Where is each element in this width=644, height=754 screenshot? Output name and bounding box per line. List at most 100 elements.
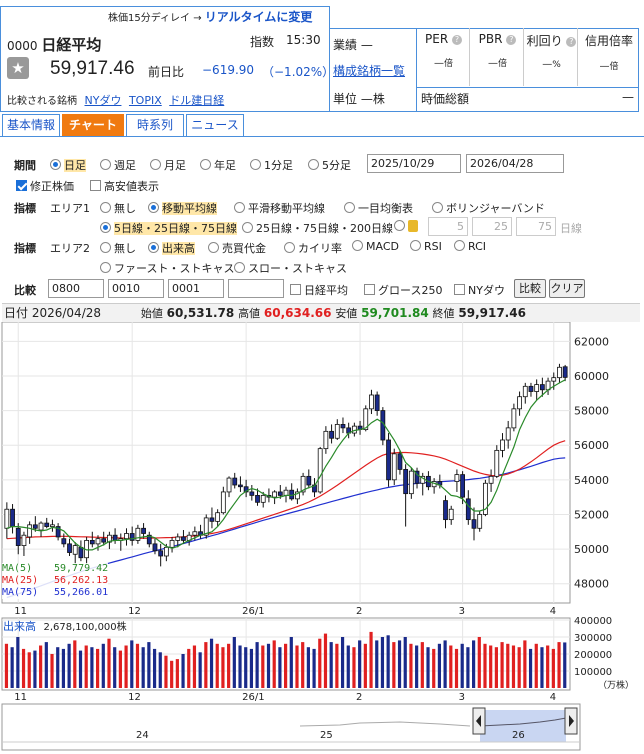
date-from-input[interactable]: 2025/10/29: [367, 154, 461, 173]
compare-code-2[interactable]: 0010: [108, 279, 164, 298]
area1-smoothed-ma[interactable]: 平滑移動平均線: [234, 200, 325, 216]
metric-label: 信用倍率: [584, 34, 633, 48]
ma-custom-radio[interactable]: [394, 220, 418, 233]
volume-bar: [420, 642, 424, 688]
volume-bar: [472, 640, 476, 688]
radio-icon: [234, 202, 245, 213]
candle-body: [15, 527, 21, 547]
period-yearly[interactable]: 年足: [200, 157, 236, 173]
navigator-year-label: 25: [320, 730, 333, 741]
area2-rci[interactable]: RCI: [454, 240, 486, 253]
ma-custom-1[interactable]: 5: [428, 217, 468, 236]
volume-bar: [369, 631, 373, 688]
realtime-link[interactable]: リアルタイムに変更: [205, 10, 313, 24]
period-5min[interactable]: 5分足: [308, 157, 351, 173]
radio-icon: [410, 240, 421, 251]
volume-bar: [56, 647, 60, 688]
candle-body: [158, 550, 164, 557]
ohlc-close-label: 終値: [432, 307, 455, 320]
unit-value: —株: [360, 92, 385, 106]
area2-volume[interactable]: 出来高: [148, 240, 195, 256]
option-label: RSI: [424, 240, 442, 253]
clear-button[interactable]: クリア: [549, 279, 585, 298]
candle-body: [488, 475, 494, 484]
adjusted-price-checkbox[interactable]: 修正株価: [16, 178, 74, 194]
area1-ichimoku[interactable]: 一目均衡表: [344, 200, 413, 216]
tab-news[interactable]: ニュース: [186, 114, 244, 136]
area2-none[interactable]: 無し: [100, 240, 136, 256]
candlestick-chart[interactable]: 48000 50000 52000 54000 56000 58000 60000 62000…: [0, 322, 644, 754]
price-change-pct: （−1.02%）: [262, 65, 335, 79]
compare-code-1[interactable]: 0800: [48, 279, 104, 298]
tab-chart[interactable]: チャート: [62, 114, 124, 136]
volume-bar: [238, 645, 242, 688]
market-cap-value: —: [622, 90, 634, 104]
volume-bar: [50, 654, 54, 688]
help-icon[interactable]: ?: [451, 35, 462, 45]
price-change: −619.90: [202, 63, 255, 77]
symbol-title: 0000 日経平均: [7, 34, 101, 55]
ohlc-close: 59,917.46: [458, 306, 526, 320]
volume-bar: [266, 643, 271, 688]
favorite-button[interactable]: ★: [7, 57, 29, 79]
compare-nikkei-checkbox[interactable]: 日経平均: [290, 282, 348, 298]
symbol-code: 0000: [7, 39, 38, 53]
ma-legend: MA(5) 59,779.42 MA(25) 56,262.13 MA(75) 55,…: [2, 563, 109, 599]
date-to-input[interactable]: 2026/04/28: [466, 154, 564, 173]
option-label: 一目均衡表: [358, 202, 413, 215]
period-1min[interactable]: 1分足: [250, 157, 293, 173]
area1-none[interactable]: 無し: [100, 200, 136, 216]
volume-x-tick-label: 26/1: [242, 692, 264, 703]
x-axis-band: [2, 605, 570, 617]
volume-bar: [4, 643, 9, 688]
compare-link-nydow[interactable]: NYダウ: [85, 94, 122, 107]
volume-bar: [415, 645, 419, 688]
high-low-checkbox[interactable]: 高安値表示: [90, 178, 159, 194]
volume-bar: [358, 640, 362, 688]
tab-timeseries[interactable]: 時系列: [126, 114, 184, 136]
compare-link-dollar-nikkei[interactable]: ドル建日経: [169, 94, 224, 107]
compare-button[interactable]: 比較: [514, 279, 546, 298]
period-weekly[interactable]: 週足: [100, 157, 136, 173]
period-daily[interactable]: 日足: [50, 157, 86, 173]
candle-body: [61, 538, 67, 545]
help-icon[interactable]: ?: [506, 35, 517, 45]
constituents-link[interactable]: 構成銘柄一覧: [333, 62, 405, 79]
metric-margin-ratio: 信用倍率 —倍: [580, 28, 638, 86]
compare-link-topix[interactable]: TOPIX: [129, 94, 162, 107]
candle-body: [534, 384, 540, 392]
compare-code-4[interactable]: [228, 279, 284, 298]
area2-deviation[interactable]: カイリ率: [284, 240, 342, 256]
area2-macd[interactable]: MACD: [352, 240, 399, 253]
y-tick-label: 48000: [574, 578, 609, 591]
area2-rsi[interactable]: RSI: [410, 240, 442, 253]
period-monthly[interactable]: 月足: [150, 157, 186, 173]
checkbox-icon: [90, 180, 101, 191]
compare-code-3[interactable]: 0001: [168, 279, 224, 298]
volume-bar: [16, 637, 20, 688]
y-tick-label: 62000: [574, 335, 609, 348]
help-icon[interactable]: ?: [566, 37, 577, 47]
navigator-year-label: 26: [512, 730, 525, 741]
y-tick-label: 52000: [574, 508, 609, 521]
area1-bollinger[interactable]: ボリンジャーバンド: [432, 200, 545, 216]
compare-nydow-checkbox[interactable]: NYダウ: [454, 282, 505, 298]
tab-basic-info[interactable]: 基本情報: [2, 114, 60, 136]
area2-slow-stochastic[interactable]: スロー・ストキャス: [234, 260, 347, 276]
option-label: カイリ率: [298, 242, 342, 255]
ma-custom-3[interactable]: 75: [516, 217, 556, 236]
volume-bar: [215, 643, 219, 688]
volume-x-tick-label: 11: [14, 692, 27, 703]
ma-preset-5-25-75[interactable]: 5日線・25日線・75日線: [100, 220, 237, 236]
volume-bar: [460, 643, 464, 688]
ma-custom-2[interactable]: 25: [472, 217, 512, 236]
area2-fast-stochastic[interactable]: ファースト・ストキャス: [100, 260, 234, 276]
compare-growth250-checkbox[interactable]: グロース250: [364, 282, 442, 298]
area2-turnover[interactable]: 売買代金: [208, 240, 266, 256]
candle-body: [215, 512, 221, 522]
ma-preset-25-75-200[interactable]: 25日線・75日線・200日線: [242, 220, 393, 236]
volume-bar: [289, 637, 293, 688]
checkbox-label: NYダウ: [468, 284, 505, 297]
x-tick-label: 4: [550, 606, 556, 617]
area1-moving-average[interactable]: 移動平均線: [148, 200, 217, 216]
